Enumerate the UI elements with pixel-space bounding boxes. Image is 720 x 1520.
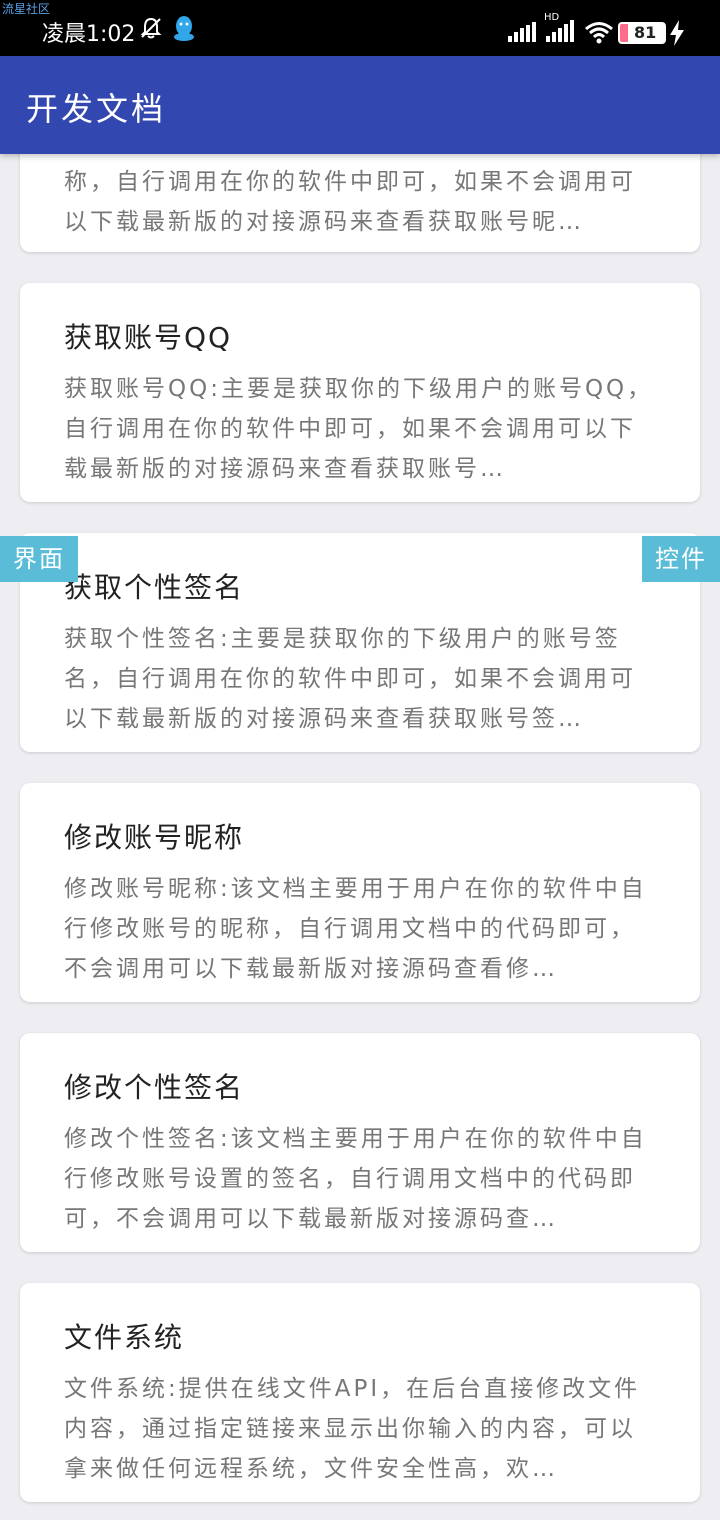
doc-card[interactable]: 获取账号QQ 获取账号QQ:主要是获取你的下级用户的账号QQ，自行调用在你的软件…: [20, 283, 700, 502]
card-description: 修改账号昵称:该文档主要用于用户在你的软件中自行修改账号的昵称，自行调用文档中的…: [64, 876, 647, 982]
page-title: 开发文档: [26, 90, 167, 128]
bell-off-icon: [140, 17, 162, 39]
signal-icon: [508, 22, 536, 42]
card-description: 称，自行调用在你的软件中即可，如果不会调用可以下载最新版的对接源码来查看获取账号…: [64, 169, 636, 235]
wifi-icon: [585, 22, 613, 44]
doc-card[interactable]: 文件系统 文件系统:提供在线文件API，在后台直接修改文件内容，通过指定链接来显…: [20, 1283, 700, 1502]
card-title: 修改账号昵称: [64, 821, 245, 854]
battery-icon: 81: [618, 22, 666, 44]
watermark-text: 流星社区: [2, 2, 51, 16]
doc-card[interactable]: 修改个性签名 修改个性签名:该文档主要用于用户在你的软件中自行修改账号设置的签名…: [20, 1033, 700, 1252]
card-title: 修改个性签名: [64, 1071, 245, 1104]
card-description: 获取个性签名:主要是获取你的下级用户的账号签名，自行调用在你的软件中即可，如果不…: [64, 626, 636, 732]
battery-level: 81: [634, 23, 657, 42]
qq-icon: [174, 16, 194, 41]
side-tab-interface[interactable]: 界面: [0, 536, 78, 582]
app-bar: 开发文档: [0, 56, 720, 154]
charging-icon: [670, 20, 684, 46]
card-description: 修改个性签名:该文档主要用于用户在你的软件中自行修改账号设置的签名，自行调用文档…: [64, 1126, 647, 1232]
hd-signal-icon: [546, 20, 574, 42]
doc-card[interactable]: 获取个性签名 获取个性签名:主要是获取你的下级用户的账号签名，自行调用在你的软件…: [20, 533, 700, 752]
card-title: 获取个性签名: [64, 571, 245, 604]
card-title: 文件系统: [64, 1321, 185, 1354]
side-tab-controls[interactable]: 控件: [642, 536, 720, 582]
status-bar: 凌晨1:02 HD 81: [0, 0, 720, 56]
status-time: 凌晨1:02: [42, 22, 136, 47]
doc-card[interactable]: 修改账号昵称 修改账号昵称:该文档主要用于用户在你的软件中自行修改账号的昵称，自…: [20, 783, 700, 1002]
card-description: 获取账号QQ:主要是获取你的下级用户的账号QQ，自行调用在你的软件中即可，如果不…: [64, 376, 654, 482]
card-description: 文件系统:提供在线文件API，在后台直接修改文件内容，通过指定链接来显示出你输入…: [64, 1376, 641, 1482]
card-title: 获取账号QQ: [64, 321, 233, 354]
